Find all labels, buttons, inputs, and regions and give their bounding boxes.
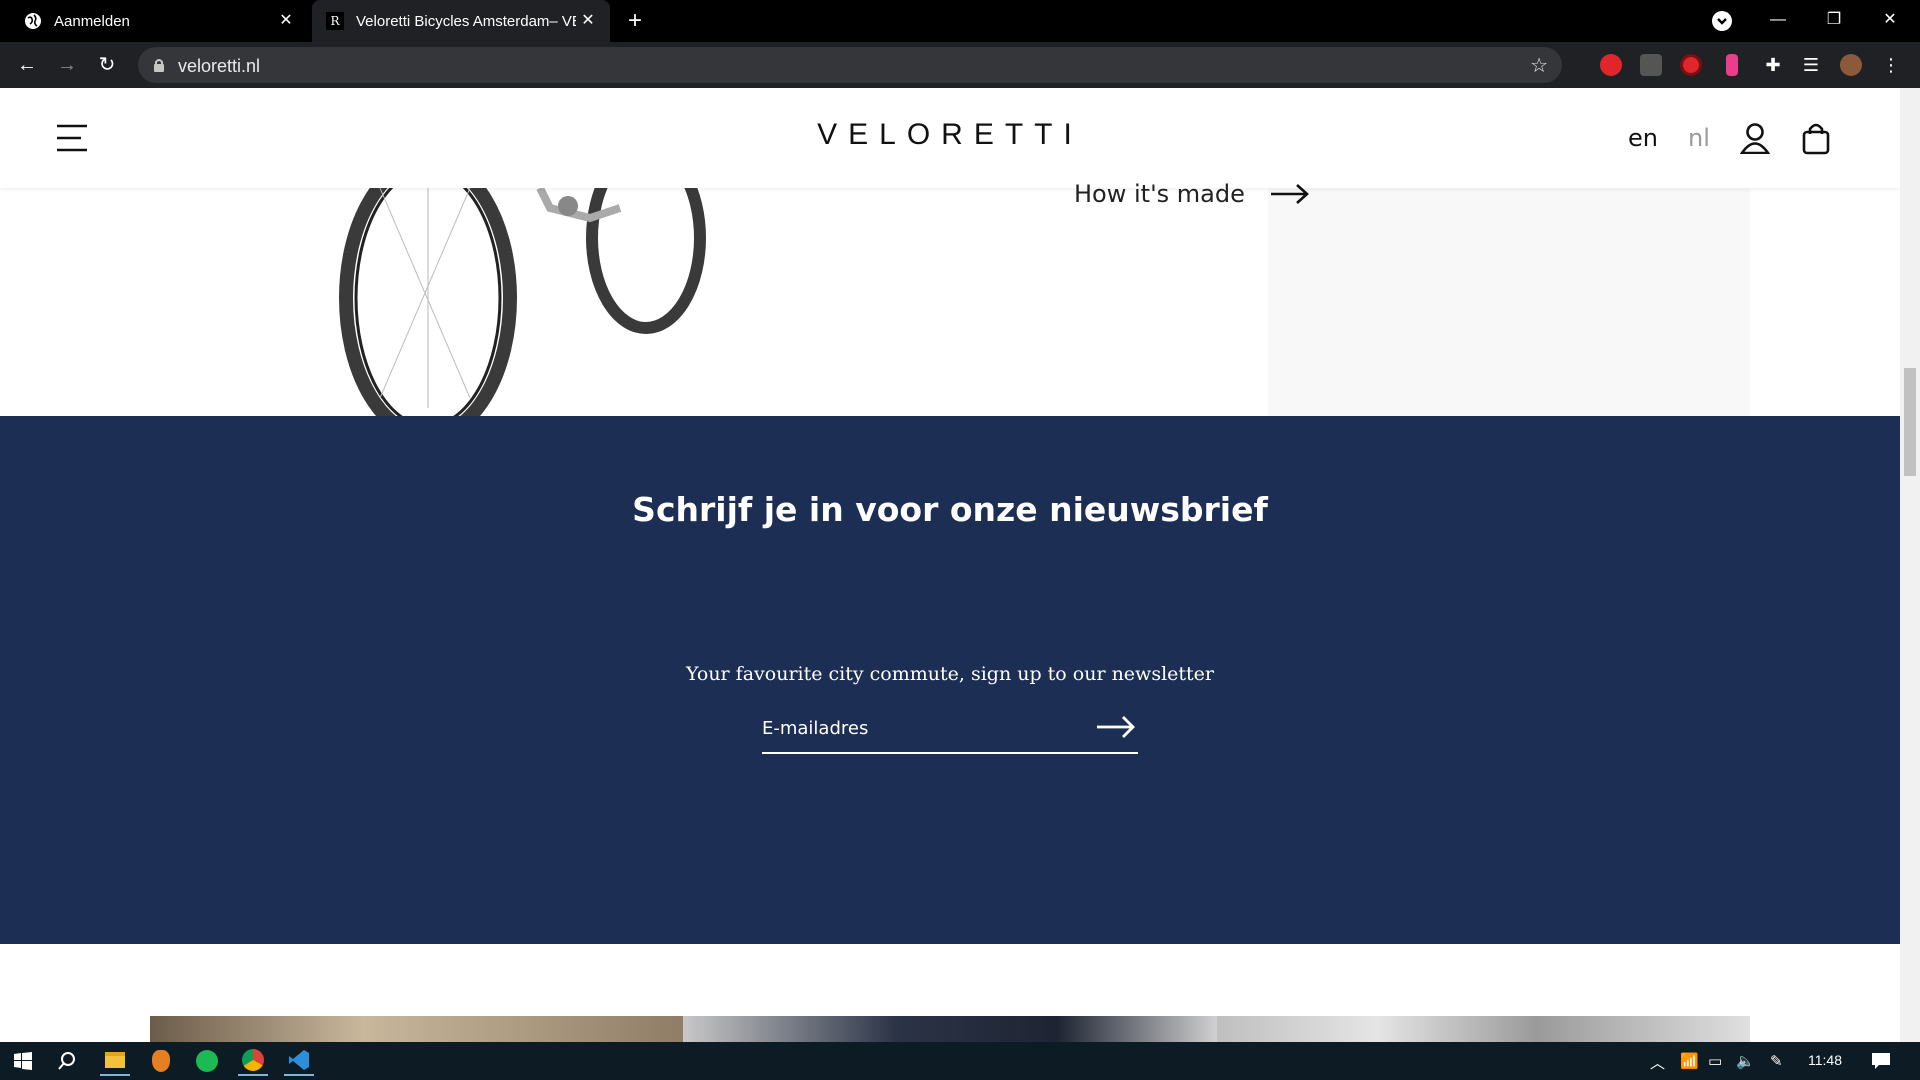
close-tab-icon[interactable]: ✕ [578,11,598,31]
newsletter-subtitle: Your favourite city commute, sign up to … [685,663,1214,685]
newsletter-section: Schrijf je in voor onze nieuwsbrief Your… [0,416,1900,944]
bookmark-star-icon[interactable]: ☆ [1530,53,1548,78]
pen-icon[interactable]: ✎ [1770,1052,1783,1070]
close-window-button[interactable]: ✕ [1862,0,1918,42]
windows-taskbar: ︿ 📶 ▭ 🔈 ✎ 11:48 [0,1042,1920,1080]
extension-dark-icon[interactable] [1640,54,1662,76]
notification-center-icon[interactable] [1866,1046,1896,1076]
reload-button[interactable]: ↻ [92,50,122,80]
windows-start-icon[interactable] [8,1046,38,1076]
search-icon[interactable] [52,1046,82,1076]
spotify-icon[interactable] [192,1046,222,1076]
veloretti-favicon: R [326,12,344,30]
url-text: veloretti.nl [178,56,261,76]
address-bar[interactable]: veloretti.nl ☆ [138,47,1562,83]
extension-red-icon[interactable] [1600,54,1622,76]
forward-button[interactable]: → [52,50,82,80]
gallery-image[interactable] [683,1016,1217,1042]
tab-title: Veloretti Bicycles Amsterdam– VE [356,12,576,30]
back-button[interactable]: ← [12,50,42,80]
close-tab-icon[interactable]: ✕ [276,11,296,31]
battery-icon[interactable]: ▭ [1708,1052,1722,1070]
minimize-button[interactable]: — [1750,0,1806,42]
info-panel-background [1268,188,1750,430]
scrollbar-thumb[interactable] [1904,368,1916,476]
veloretti-logo[interactable]: VELORETTI [0,118,1900,152]
extension-record-icon[interactable] [1680,54,1702,76]
lang-nl-link[interactable]: nl [1688,124,1710,152]
site-header: VELORETTI en nl [0,88,1900,188]
shopping-bag-icon[interactable] [1802,121,1830,160]
email-input[interactable] [762,708,1082,748]
image-gallery-row [150,1016,1750,1042]
gallery-image[interactable] [150,1016,684,1042]
network-icon[interactable]: 📶 [1680,1052,1699,1070]
media-controls-icon[interactable]: ☰ [1800,54,1822,76]
extensions-puzzle-icon[interactable]: ✚ [1762,54,1784,76]
tab-aanmelden[interactable]: Aanmelden ✕ [10,0,308,42]
extension-pink-icon[interactable] [1726,54,1738,76]
globe-icon [25,13,41,29]
chrome-icon[interactable] [238,1046,268,1076]
account-icon[interactable] [1739,122,1771,159]
how-its-made-label: How it's made [1074,180,1245,208]
browser-toolbar: ← → ↻ veloretti.nl ☆ ✚ ☰ ⋮ [0,42,1920,88]
chrome-menu-icon[interactable]: ⋮ [1880,54,1902,76]
tab-veloretti[interactable]: R Veloretti Bicycles Amsterdam– VE ✕ [312,0,610,42]
taskbar-clock[interactable]: 11:48 [1808,1052,1842,1068]
newsletter-form [762,702,1138,754]
arrow-right-icon [1097,715,1135,738]
file-explorer-icon[interactable] [100,1046,130,1076]
bicycle-image [339,188,706,428]
tab-title: Aanmelden [54,12,130,30]
lang-en-link[interactable]: en [1628,124,1658,152]
profile-avatar[interactable] [1840,54,1862,76]
tray-chevron-icon[interactable]: ︿ [1650,1052,1665,1073]
tab-search-icon[interactable] [1712,11,1732,31]
how-its-made-link[interactable]: How it's made [1074,180,1311,208]
newsletter-submit-button[interactable] [1094,710,1138,746]
arrow-right-icon [1270,184,1309,204]
gallery-image[interactable] [1216,1016,1750,1042]
page-scrollbar[interactable] [1900,88,1920,1042]
page-viewport: VELORETTI en nl How it's made Schrijf je… [0,88,1900,1042]
restore-button[interactable]: ❐ [1806,0,1862,42]
lock-icon [154,59,164,72]
vscode-icon[interactable] [284,1046,314,1076]
app-orange-icon[interactable] [146,1046,176,1076]
newsletter-title: Schrijf je in voor onze nieuwsbrief [632,490,1268,529]
new-tab-button[interactable]: + [622,9,648,35]
browser-tab-strip: Aanmelden ✕ R Veloretti Bicycles Amsterd… [0,0,1920,42]
volume-icon[interactable]: 🔈 [1736,1052,1755,1070]
